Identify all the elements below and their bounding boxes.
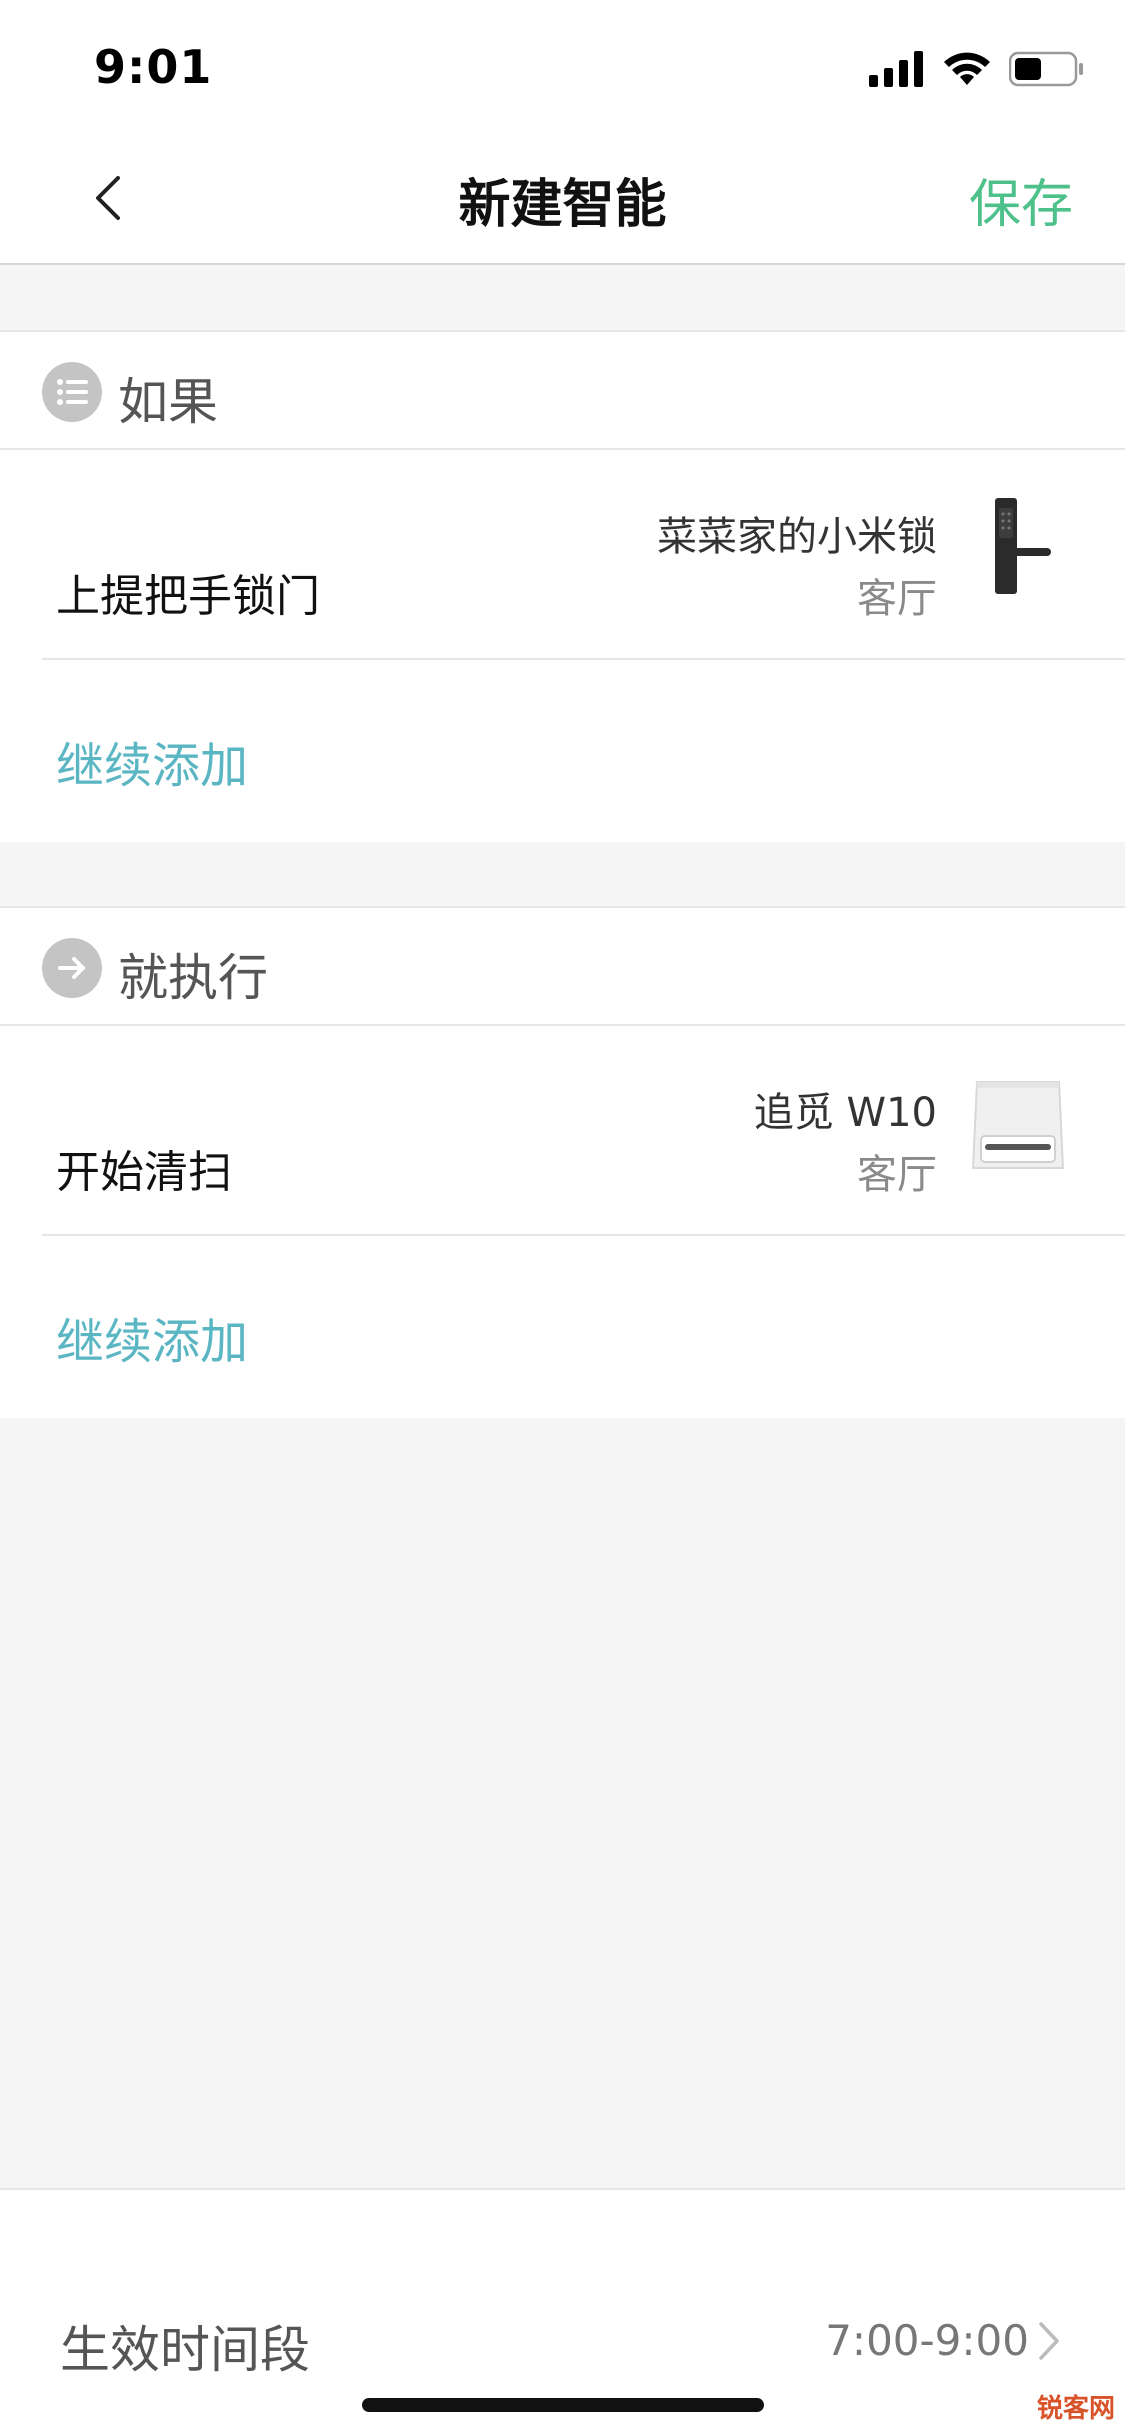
page-title: 新建智能 (458, 175, 667, 235)
then-add-more-label: 继续添加 (56, 1314, 249, 1370)
smart-lock-icon (969, 494, 1069, 604)
if-add-more-label: 继续添加 (56, 738, 249, 794)
watermark: 锐客网 (1036, 2394, 1115, 2424)
then-section: 就执行 开始清扫 追觅 W10 客厅 继续添加 (0, 906, 1125, 1418)
if-section: 如果 上提把手锁门 菜菜家的小米锁 客厅 继续添加 (0, 330, 1125, 842)
action-device-room: 客厅 (857, 1152, 937, 1198)
status-time: 9:01 (94, 40, 213, 94)
battery-icon (1009, 51, 1083, 87)
status-bar: 9:01 (0, 0, 1125, 132)
effective-period-label: 生效时间段 (60, 2321, 310, 2379)
save-button[interactable]: 保存 (969, 162, 1073, 237)
condition-device-name: 菜菜家的小米锁 (657, 514, 937, 560)
status-icons (869, 46, 1085, 92)
action-device-name: 追觅 W10 (753, 1090, 937, 1136)
action-name: 开始清扫 (56, 1147, 232, 1198)
condition-row[interactable]: 上提把手锁门 菜菜家的小米锁 客厅 (0, 450, 1125, 660)
condition-device-room: 客厅 (857, 576, 937, 622)
if-section-label: 如果 (118, 373, 218, 431)
list-icon (42, 362, 102, 422)
cellular-signal-icon (869, 51, 923, 87)
condition-action: 上提把手锁门 (56, 571, 320, 622)
then-add-more-button[interactable]: 继续添加 (0, 1236, 1125, 1416)
chevron-right-icon (1033, 2316, 1063, 2366)
nav-bar: 新建智能 保存 (0, 132, 1125, 265)
action-row[interactable]: 开始清扫 追觅 W10 客厅 (0, 1026, 1125, 1236)
arrow-right-icon (42, 938, 102, 998)
effective-period-value: 7:00-9:00 (825, 2316, 1029, 2365)
then-section-header: 就执行 (0, 908, 1125, 1026)
robot-vacuum-dock-icon (969, 1070, 1069, 1180)
wifi-icon (944, 52, 990, 85)
if-add-more-button[interactable]: 继续添加 (0, 660, 1125, 840)
then-section-label: 就执行 (118, 949, 268, 1007)
if-section-header: 如果 (0, 332, 1125, 450)
home-indicator (362, 2398, 764, 2412)
